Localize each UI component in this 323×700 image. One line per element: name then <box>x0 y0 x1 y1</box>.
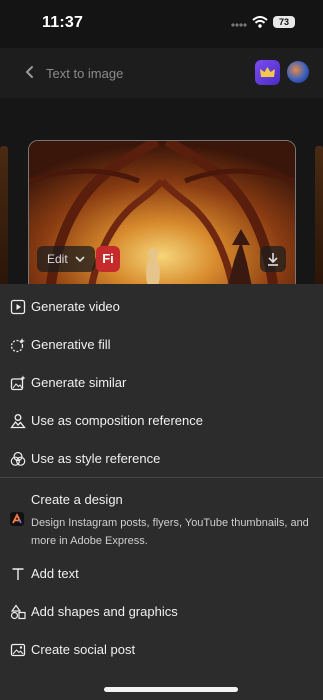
text-t-icon <box>12 568 24 580</box>
home-indicator[interactable] <box>104 687 238 692</box>
download-icon <box>268 253 278 266</box>
menu-item-label: Generate video <box>31 299 120 314</box>
menu-item-generate-video[interactable]: Generate video <box>0 288 323 326</box>
menu-item-create-design[interactable]: Create a design Design Instagram posts, … <box>0 484 323 548</box>
status-bar: 11:37 73 <box>0 0 323 48</box>
menu-item-add-shapes[interactable]: Add shapes and graphics <box>0 593 323 631</box>
edit-label: Edit <box>47 252 68 266</box>
section-divider <box>0 477 323 478</box>
wifi-icon <box>252 16 268 28</box>
create-design-title: Create a design <box>31 492 123 507</box>
clock-time: 11:37 <box>42 14 84 31</box>
menu-item-composition-reference[interactable]: Use as composition reference <box>0 402 323 440</box>
image-sparkle-icon <box>10 375 26 391</box>
menu-item-style-reference[interactable]: Use as style reference <box>0 440 323 478</box>
previous-image-thumb[interactable] <box>0 146 8 286</box>
sparkle-brush-icon <box>10 338 25 353</box>
user-avatar[interactable] <box>287 61 309 83</box>
menu-item-label: Generate similar <box>31 375 127 390</box>
download-button[interactable] <box>260 246 286 272</box>
composition-icon <box>10 414 26 429</box>
menu-item-label: Add text <box>31 566 79 581</box>
menu-item-add-text[interactable]: Add text <box>0 555 323 593</box>
firefly-badge: Fi <box>96 246 120 272</box>
image-frame-icon <box>10 643 26 657</box>
menu-item-label: Create social post <box>31 642 136 657</box>
premium-crown-button[interactable] <box>255 60 280 85</box>
shapes-icon <box>10 604 26 620</box>
menu-item-label: Generative fill <box>31 337 111 352</box>
battery-indicator: 73 <box>273 16 295 28</box>
app-header: Text to image <box>0 48 323 98</box>
play-square-icon <box>10 299 26 315</box>
next-image-thumb[interactable] <box>315 146 323 286</box>
menu-item-label: Use as style reference <box>31 451 161 466</box>
style-circles-icon <box>10 451 26 466</box>
image-carousel[interactable]: Edit Fi <box>0 98 323 288</box>
menu-item-label: Use as composition reference <box>31 413 203 428</box>
action-sheet: Generate video Generative fill Generate … <box>0 284 323 700</box>
adobe-express-icon <box>10 512 24 526</box>
menu-item-create-social-post[interactable]: Create social post <box>0 631 323 669</box>
crown-icon <box>260 67 275 77</box>
page-title: Text to image <box>46 66 124 81</box>
menu-item-label: Add shapes and graphics <box>31 604 178 619</box>
menu-item-generate-similar[interactable]: Generate similar <box>0 364 323 402</box>
create-design-description: Design Instagram posts, flyers, YouTube … <box>31 517 309 547</box>
chevron-down-icon <box>75 256 85 263</box>
cellular-signal-icon <box>231 23 247 27</box>
back-chevron-icon[interactable] <box>20 62 40 82</box>
edit-dropdown-button[interactable]: Edit <box>37 246 96 272</box>
menu-item-generative-fill[interactable]: Generative fill <box>0 326 323 364</box>
